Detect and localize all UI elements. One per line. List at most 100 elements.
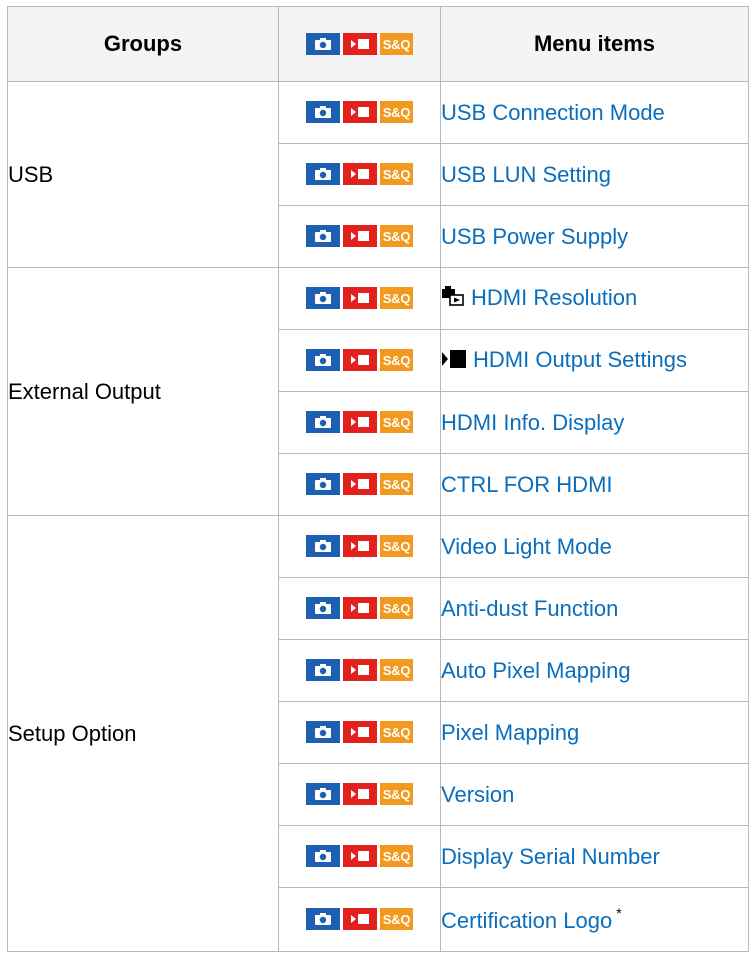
group-name: USB — [7, 81, 279, 268]
mode-icons: S&Q — [306, 721, 413, 743]
menu-item-cell: Pixel Mapping — [440, 701, 749, 764]
mode-icons: S&Q — [306, 287, 413, 309]
menu-item-link[interactable]: Auto Pixel Mapping — [441, 658, 631, 683]
movie-icon — [343, 225, 377, 247]
camera-icon — [306, 411, 340, 433]
still-playback-icon — [441, 285, 465, 313]
movie-icon — [343, 33, 377, 55]
menu-item-cell: Display Serial Number — [440, 825, 749, 888]
menu-item-cell: HDMI Info. Display — [440, 391, 749, 454]
camera-icon — [306, 349, 340, 371]
menu-item-link[interactable]: Pixel Mapping — [441, 720, 579, 745]
camera-icon — [306, 721, 340, 743]
camera-icon — [306, 163, 340, 185]
mode-icons: S&Q — [306, 225, 413, 247]
mode-icons-cell: S&Q — [278, 391, 441, 454]
movie-mode-icon — [441, 349, 467, 375]
group-name: External Output — [7, 267, 279, 516]
mode-icons: S&Q — [306, 845, 413, 867]
camera-icon — [306, 783, 340, 805]
sq-icon: S&Q — [380, 287, 413, 309]
mode-icons-cell: S&Q — [278, 143, 441, 206]
mode-icons-cell: S&Q — [278, 577, 441, 640]
menu-item-cell: USB Power Supply — [440, 205, 749, 268]
sq-icon: S&Q — [380, 225, 413, 247]
table-row: Setup Option S&Q Video Light Mode — [7, 515, 749, 952]
menu-item-link[interactable]: USB Power Supply — [441, 224, 628, 249]
menu-item-cell: HDMI Resolution — [440, 267, 749, 330]
sq-icon: S&Q — [380, 473, 413, 495]
menu-item-link[interactable]: Certification Logo — [441, 908, 612, 933]
mode-icons: S&Q — [306, 33, 413, 55]
mode-icons: S&Q — [306, 101, 413, 123]
header-row: Groups S&Q Menu items — [7, 6, 749, 82]
mode-icons: S&Q — [306, 411, 413, 433]
sq-icon: S&Q — [380, 908, 413, 930]
sq-icon: S&Q — [380, 535, 413, 557]
sq-icon: S&Q — [380, 659, 413, 681]
movie-icon — [343, 163, 377, 185]
sq-icon: S&Q — [380, 349, 413, 371]
mode-icons: S&Q — [306, 535, 413, 557]
mode-icons-cell: S&Q — [278, 639, 441, 702]
mode-icons-cell: S&Q — [278, 205, 441, 268]
movie-icon — [343, 721, 377, 743]
camera-icon — [306, 473, 340, 495]
sq-icon: S&Q — [380, 163, 413, 185]
camera-icon — [306, 287, 340, 309]
sq-icon: S&Q — [380, 845, 413, 867]
mode-icons-cell: S&Q — [278, 887, 441, 952]
movie-icon — [343, 287, 377, 309]
camera-icon — [306, 33, 340, 55]
camera-icon — [306, 101, 340, 123]
menu-item-link[interactable]: CTRL FOR HDMI — [441, 472, 613, 497]
menu-item-cell: Auto Pixel Mapping — [440, 639, 749, 702]
table-row: USB S&Q USB Connection Mode — [7, 81, 749, 268]
menu-item-link[interactable]: USB Connection Mode — [441, 100, 665, 125]
mode-icons: S&Q — [306, 783, 413, 805]
menu-item-cell: Version — [440, 763, 749, 826]
camera-icon — [306, 908, 340, 930]
menu-item-link[interactable]: HDMI Resolution — [471, 285, 637, 310]
table-row: External Output S&Q HDMI Resolution — [7, 267, 749, 516]
menu-item-link[interactable]: HDMI Info. Display — [441, 410, 624, 435]
mode-icons-cell: S&Q — [278, 267, 441, 330]
sq-icon: S&Q — [380, 101, 413, 123]
menu-item-link[interactable]: Anti-dust Function — [441, 596, 618, 621]
mode-icons: S&Q — [306, 597, 413, 619]
sq-icon: S&Q — [380, 783, 413, 805]
camera-icon — [306, 225, 340, 247]
menu-table: Groups S&Q Menu items USB S&Q USB Connec… — [7, 6, 749, 952]
mode-icons: S&Q — [306, 659, 413, 681]
menu-item-cell: Video Light Mode — [440, 515, 749, 578]
sq-icon: S&Q — [380, 411, 413, 433]
mode-icons-cell: S&Q — [278, 825, 441, 888]
menu-item-link[interactable]: Display Serial Number — [441, 844, 660, 869]
menu-item-cell: USB LUN Setting — [440, 143, 749, 206]
menu-item-link[interactable]: HDMI Output Settings — [473, 347, 687, 372]
menu-item-link[interactable]: Version — [441, 782, 514, 807]
menu-item-cell: Anti-dust Function — [440, 577, 749, 640]
movie-icon — [343, 908, 377, 930]
mode-icons: S&Q — [306, 908, 413, 930]
menu-item-cell: Certification Logo * — [440, 887, 749, 952]
mode-icons: S&Q — [306, 473, 413, 495]
movie-icon — [343, 101, 377, 123]
camera-icon — [306, 535, 340, 557]
mode-icons-header: S&Q — [278, 6, 441, 82]
movie-icon — [343, 845, 377, 867]
menu-items-header: Menu items — [440, 6, 749, 82]
mode-icons-cell: S&Q — [278, 329, 441, 392]
sq-icon: S&Q — [380, 721, 413, 743]
mode-icons-cell: S&Q — [278, 453, 441, 516]
movie-icon — [343, 783, 377, 805]
mode-icons: S&Q — [306, 163, 413, 185]
menu-item-cell: HDMI Output Settings — [440, 329, 749, 392]
menu-item-link[interactable]: USB LUN Setting — [441, 162, 611, 187]
menu-item-link[interactable]: Video Light Mode — [441, 534, 612, 559]
camera-icon — [306, 597, 340, 619]
movie-icon — [343, 535, 377, 557]
camera-icon — [306, 659, 340, 681]
footnote-marker: * — [616, 905, 622, 921]
movie-icon — [343, 659, 377, 681]
